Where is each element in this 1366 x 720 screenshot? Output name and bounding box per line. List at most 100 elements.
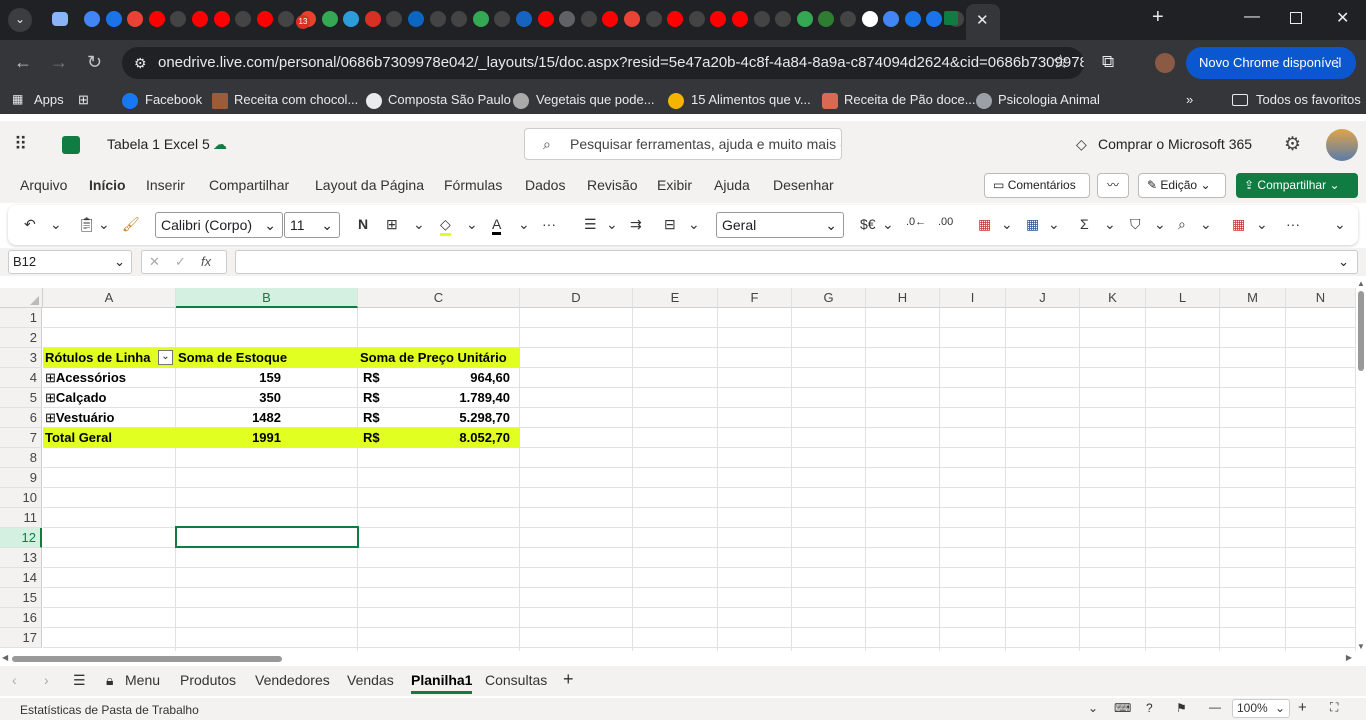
row-header-2[interactable]: 2 [0, 328, 42, 348]
sheet-tab-vendedores[interactable]: Vendedores [255, 672, 330, 688]
tab-favicon-icon[interactable] [127, 11, 144, 27]
tab-favicon-icon[interactable] [645, 11, 662, 27]
header-price[interactable]: Soma de Preço Unitário [358, 348, 520, 368]
chrome-menu-icon[interactable] [52, 12, 68, 26]
row-header-15[interactable]: 15 [0, 588, 42, 608]
column-header-m[interactable]: M [1220, 288, 1286, 308]
row-header-9[interactable]: 9 [0, 468, 42, 488]
stock-cell[interactable]: 350 [176, 388, 281, 408]
more-bookmarks-icon[interactable]: » [1186, 92, 1193, 107]
vertical-scrollbar[interactable]: ▲ ▼ [1356, 279, 1366, 651]
font-name-dropdown[interactable]: Calibri (Corpo) ⌄ [155, 212, 283, 238]
add-sheet-icon[interactable]: + [563, 669, 574, 690]
row-header-1[interactable]: 1 [0, 308, 42, 328]
tab-favicon-icon[interactable] [580, 11, 597, 27]
tab-layout[interactable]: Layout da Página [315, 177, 424, 193]
tab-favicon-icon[interactable] [364, 11, 381, 27]
site-info-icon[interactable]: ⚙ [134, 47, 147, 79]
column-header-d[interactable]: D [520, 288, 633, 308]
fullscreen-icon[interactable]: ⛶ [1330, 700, 1338, 715]
tab-favicon-icon[interactable] [148, 11, 165, 27]
tab-dados[interactable]: Dados [525, 177, 565, 193]
currency-dropdown-icon[interactable]: ⌄ [882, 216, 894, 233]
price-cell[interactable]: 964,60 [400, 368, 510, 388]
tab-favicon-icon[interactable] [256, 11, 273, 27]
minimize-button[interactable]: — [1244, 8, 1260, 26]
row-label-cell[interactable]: ⊞Vestuário [43, 408, 176, 428]
format-table-dropdown-icon[interactable]: ⌄ [1048, 216, 1060, 233]
column-header-g[interactable]: G [792, 288, 866, 308]
currency-cell[interactable]: R$ [363, 408, 393, 428]
tab-favicon-icon[interactable] [386, 11, 403, 27]
row-header-5[interactable]: 5 [0, 388, 42, 408]
help-icon[interactable]: ? [1146, 701, 1153, 715]
sort-dropdown-icon[interactable]: ⌄ [1154, 216, 1166, 233]
total-stock-cell[interactable]: 1991 [176, 428, 281, 448]
tab-favicon-icon[interactable] [904, 11, 921, 27]
all-bookmarks[interactable]: Todos os favoritos [1256, 92, 1361, 107]
tab-exibir[interactable]: Exibir [657, 177, 692, 193]
column-header-j[interactable]: J [1006, 288, 1080, 308]
expand-icon[interactable]: ⊞ [45, 370, 56, 385]
row-header-10[interactable]: 10 [0, 488, 42, 508]
column-header-n[interactable]: N [1286, 288, 1356, 308]
row-header-11[interactable]: 11 [0, 508, 42, 528]
tab-arquivo[interactable]: Arquivo [20, 177, 67, 193]
tab-inserir[interactable]: Inserir [146, 177, 185, 193]
tab-search-button[interactable]: ⌄ [8, 8, 32, 32]
row-label-cell[interactable]: ⊞Acessórios [43, 368, 176, 388]
increase-decimal-icon[interactable]: .00 [938, 216, 953, 228]
cancel-icon[interactable]: ✕ [149, 251, 160, 273]
stock-cell[interactable]: 1482 [176, 408, 281, 428]
font-size-dropdown[interactable]: 11 ⌄ [284, 212, 340, 238]
buy-microsoft-link[interactable]: Comprar o Microsoft 365 [1098, 136, 1252, 152]
align-dropdown-icon[interactable]: ⌄ [606, 216, 618, 233]
row-header-14[interactable]: 14 [0, 568, 42, 588]
sheet-tab-planilha1[interactable]: Planilha1 [411, 672, 473, 694]
scroll-right-icon[interactable]: ▶ [1346, 653, 1352, 662]
zoom-out-icon[interactable]: — [1209, 700, 1221, 714]
currency-cell[interactable]: R$ [363, 368, 393, 388]
tab-favicon-icon[interactable] [343, 11, 360, 27]
wrap-text-icon[interactable]: ⇉ [630, 216, 642, 233]
forward-icon[interactable]: → [50, 52, 68, 73]
more-icon[interactable]: ⋮ [1331, 47, 1344, 79]
tab-favicon-icon[interactable] [472, 11, 489, 27]
bookmark-alimentos[interactable]: 15 Alimentos que v... [691, 92, 811, 107]
comments-button[interactable]: ▭ Comentários [984, 173, 1090, 198]
row-header-13[interactable]: 13 [0, 548, 42, 568]
tab-favicon-icon[interactable] [429, 11, 446, 27]
format-painter-icon[interactable]: 🖌︎ [122, 216, 140, 233]
total-currency-cell[interactable]: R$ [363, 428, 393, 448]
tab-favicon-icon[interactable] [278, 11, 295, 27]
tab-favicon-icon[interactable] [688, 11, 705, 27]
scroll-left-icon[interactable]: ◀ [2, 653, 8, 662]
status-dropdown-icon[interactable]: ⌄ [1088, 701, 1098, 715]
row-header-6[interactable]: 6 [0, 408, 42, 428]
chrome-update-button[interactable]: Novo Chrome disponível ⋮ [1186, 47, 1356, 79]
tab-favicon-icon[interactable] [537, 11, 554, 27]
tab-favicon-icon[interactable] [753, 11, 770, 27]
paste-dropdown-icon[interactable]: ⌄ [98, 216, 110, 233]
tab-favicon-icon[interactable] [213, 11, 230, 27]
currency-cell[interactable]: R$ [363, 388, 393, 408]
horizontal-scroll-thumb[interactable] [12, 656, 282, 662]
filter-dropdown-icon[interactable]: ⌄ [158, 350, 173, 365]
bookmark-grid-icon[interactable]: ⊞ [78, 92, 89, 108]
more-font-icon[interactable]: ··· [542, 216, 556, 232]
tab-favicon-icon[interactable] [624, 11, 640, 27]
maximize-button[interactable] [1290, 12, 1302, 24]
price-cell[interactable]: 1.789,40 [400, 388, 510, 408]
sheet-tab-menu[interactable]: Menu [125, 672, 160, 688]
tab-inicio[interactable]: Início [89, 177, 126, 193]
paste-icon[interactable]: 📋︎ [78, 216, 96, 233]
total-price-cell[interactable]: 8.052,70 [400, 428, 510, 448]
row-header-16[interactable]: 16 [0, 608, 42, 628]
fill-dropdown-icon[interactable]: ⌄ [466, 216, 478, 233]
more-options-icon[interactable]: ··· [1286, 216, 1300, 232]
font-color-dropdown-icon[interactable]: ⌄ [518, 216, 530, 233]
workbook-stats[interactable]: Estatísticas de Pasta de Trabalho [20, 703, 199, 717]
merge-dropdown-icon[interactable]: ⌄ [688, 216, 700, 233]
close-window-button[interactable]: ✕ [1336, 8, 1349, 28]
spreadsheet-grid[interactable]: ABCDEFGHIJKLMN 1 2 3 4 5 6 7 8 9 10 11 12 13 14 15 16 17… [0, 288, 1356, 651]
